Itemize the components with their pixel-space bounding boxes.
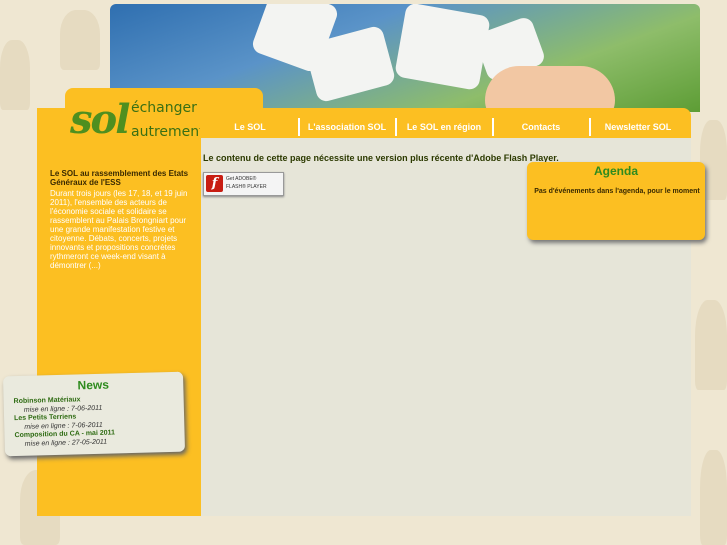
logo-tagline-1: échanger xyxy=(131,100,197,116)
agenda-box: Agenda Pas d'événements dans l'agenda, p… xyxy=(527,162,705,240)
background-figure xyxy=(700,450,727,545)
news-item-link[interactable]: Les Petits Terriens xyxy=(14,413,76,422)
nav-item-association[interactable]: L'association SOL xyxy=(300,118,394,136)
logo-tagline-2: autrement xyxy=(131,124,205,140)
puzzle-piece-image xyxy=(394,4,491,91)
nav-item-contacts[interactable]: Contacts xyxy=(494,118,588,136)
news-box: News Robinson Matériaux mise en ligne : … xyxy=(2,371,186,457)
background-figure xyxy=(695,300,727,390)
get-flash-player-button[interactable]: f Get ADOBE® FLASH® PLAYER xyxy=(203,172,284,196)
sidebar-article-title[interactable]: Le SOL au rassemblement des Etats Généra… xyxy=(50,169,190,187)
sol-logo[interactable]: sol xyxy=(70,96,130,143)
agenda-empty-text: Pas d'événements dans l'agenda, pour le … xyxy=(534,188,700,195)
sidebar-article-text: Durant trois jours (les 17, 18, et 19 ju… xyxy=(50,189,188,270)
news-item-date: mise en ligne : 7-06-2011 xyxy=(23,404,103,414)
news-item-link[interactable]: Robinson Matériaux xyxy=(14,396,81,405)
nav-item-region[interactable]: Le SOL en région xyxy=(397,118,491,136)
news-item-link[interactable]: Composition du CA - mai 2011 xyxy=(14,429,115,439)
nav-item-newsletter[interactable]: Newsletter SOL xyxy=(591,118,685,136)
flash-icon: f xyxy=(206,175,223,192)
news-title: News xyxy=(77,377,110,393)
flash-button-line1: Get ADOBE® xyxy=(226,176,257,182)
agenda-title: Agenda xyxy=(593,164,638,178)
flash-required-message: Le contenu de cette page nécessite une v… xyxy=(203,153,559,163)
hand-image xyxy=(485,66,615,112)
background-figure xyxy=(60,10,100,70)
nav-item-le-sol[interactable]: Le SOL xyxy=(203,118,297,136)
news-item-date: mise en ligne : 27-05-2011 xyxy=(24,438,108,448)
background-figure xyxy=(0,40,30,110)
flash-button-line2: FLASH® PLAYER xyxy=(226,184,267,190)
